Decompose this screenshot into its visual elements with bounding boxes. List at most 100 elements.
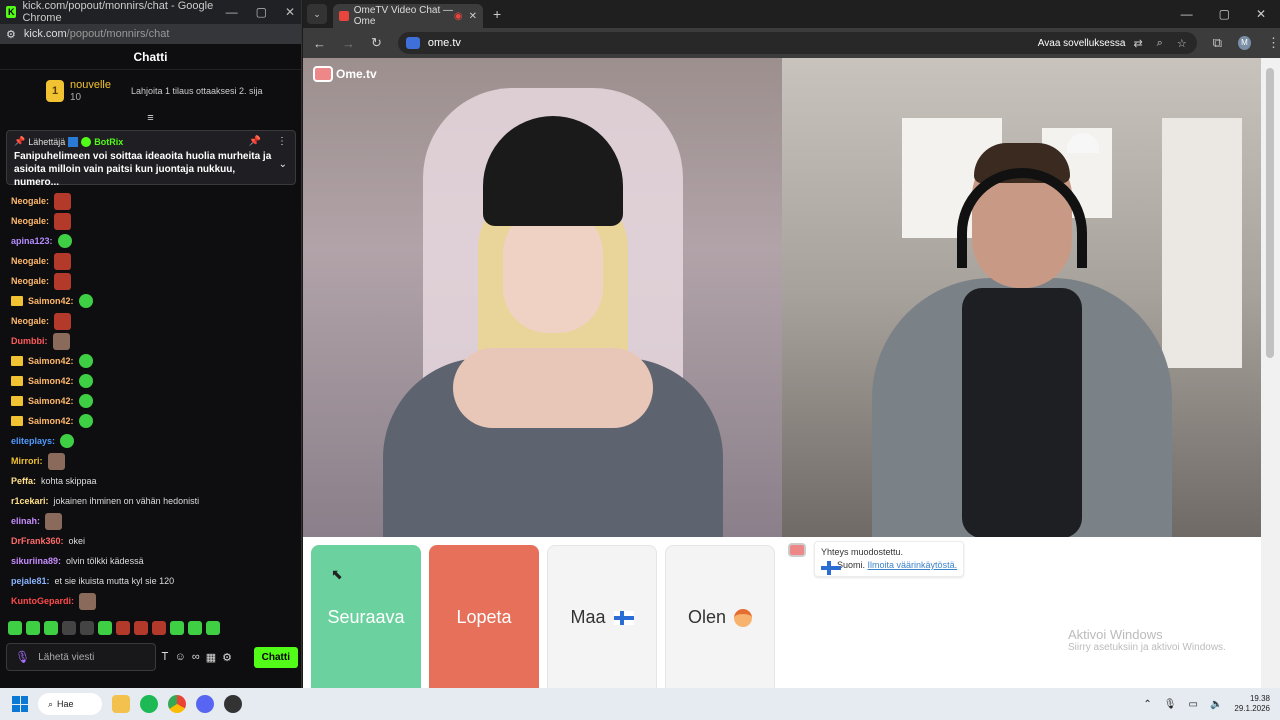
minimize-icon[interactable]: — [226,5,238,19]
emote-icon[interactable] [170,621,184,635]
minimize-icon[interactable]: — [1181,7,1193,21]
country-button[interactable]: Maa [547,545,657,690]
left-url-bar[interactable]: ⚙ kick.com/popout/monnirs/chat [0,24,301,44]
obs-icon[interactable] [224,695,242,713]
close-icon[interactable]: ✕ [1256,7,1266,21]
send-chat-button[interactable]: Chatti [253,646,298,668]
filter-icon[interactable]: ≡ [0,112,301,126]
stop-button[interactable]: Lopeta [429,545,539,690]
kick-favicon-icon: K [6,6,17,18]
reload-icon[interactable]: ↻ [371,35,382,51]
spotify-icon[interactable] [140,695,158,713]
emote-icon[interactable] [26,621,40,635]
file-explorer-icon[interactable] [112,695,130,713]
extensions-icon[interactable]: ⧉ [1213,35,1222,51]
scrollbar-thumb[interactable] [1266,68,1274,358]
chat-username[interactable]: Saimon42: [28,356,74,366]
chat-username[interactable]: Saimon42: [28,416,74,426]
report-link[interactable]: Ilmoita väärinkäytöstä. [868,560,958,570]
chat-username[interactable]: Neogale: [11,316,49,326]
chat-username[interactable]: KuntoGepardi: [11,596,74,606]
close-icon[interactable]: ✕ [285,5,295,19]
chat-username[interactable]: elinah: [11,516,40,526]
chat-username[interactable]: Mirrori: [11,456,43,466]
chat-username[interactable]: Neogale: [11,276,49,286]
more-options-icon[interactable]: ⋮ [277,136,287,147]
back-icon[interactable]: ← [313,36,326,51]
emote-icon[interactable] [8,621,22,635]
leader-name[interactable]: nouvelle [70,79,111,92]
chat-username[interactable]: DrFrank360: [11,536,64,546]
emote-icon[interactable] [152,621,166,635]
store-icon[interactable]: ▦ [206,651,216,664]
volume-icon[interactable]: 🔈 [1210,699,1222,710]
microphone-icon[interactable]: 🎙 [1164,699,1177,710]
chat-username[interactable]: Peffa: [11,476,36,486]
chat-message: Neogale: [0,251,300,271]
network-icon[interactable]: ▭ [1189,699,1198,710]
emote-icon[interactable] [134,621,148,635]
maximize-icon[interactable]: ▢ [1219,7,1230,21]
emote-icon[interactable] [44,621,58,635]
chevron-up-icon[interactable]: ⌃ [1143,699,1151,710]
page-scrollbar[interactable] [1261,58,1280,688]
next-button[interactable]: Seuraava [311,545,421,690]
chat-input[interactable]: 🎙 Lähetä viesti [6,643,156,671]
forward-icon[interactable]: → [342,36,355,51]
chat-message: Saimon42: [0,291,300,311]
settings-icon[interactable]: ⚙ [222,651,232,664]
pinned-sender[interactable]: BotRix [94,137,123,147]
tab-ometv[interactable]: OmeTV Video Chat — Ome ◉ ✕ [333,4,483,28]
new-tab-icon[interactable]: + [493,6,501,22]
gift-sub-text[interactable]: Lahjoita 1 tilaus ottaaksesi 2. sija [131,86,263,96]
emote-icon[interactable] [80,621,94,635]
chevron-down-icon[interactable]: ⌄ [279,159,287,170]
emote-icon[interactable] [62,621,76,635]
chat-username[interactable]: Dumbbi: [11,336,48,346]
clock[interactable]: 19.38 29.1.2026 [1234,694,1270,714]
translate-icon[interactable]: ⇄ [1133,37,1142,50]
chat-username[interactable]: apina123: [11,236,53,246]
pinned-message[interactable]: 📌 Lähettäjä BotRix Fanipuhelimeen voi so… [6,130,296,188]
address-bar[interactable]: ome.tv Avaa sovelluksessa ⇄ ⌕ ☆ [397,32,1197,54]
chat-username[interactable]: sikuriina89: [11,556,61,566]
finland-flag-icon [613,610,634,625]
chat-username[interactable]: Saimon42: [28,296,74,306]
emote-icon[interactable] [206,621,220,635]
emote-icon[interactable] [98,621,112,635]
control-buttons: Seuraava Lopeta Maa Olen [311,545,775,690]
taskbar-search[interactable]: ⌕ Hae [38,693,102,715]
bookmark-star-icon[interactable]: ☆ [1177,37,1187,50]
chrome-icon[interactable] [168,695,186,713]
emoji-icon[interactable]: ☺ [175,651,186,663]
chat-username[interactable]: Saimon42: [28,376,74,386]
microphone-icon[interactable]: 🎙 [15,650,30,664]
tab-close-icon[interactable]: ✕ [469,11,477,22]
points-icon[interactable]: ∞ [192,651,200,663]
profile-avatar[interactable]: M [1238,36,1251,50]
open-in-app-button[interactable]: Avaa sovelluksessa [1038,38,1126,49]
gender-button[interactable]: Olen [665,545,775,690]
site-settings-icon[interactable]: ⚙ [6,28,16,41]
maximize-icon[interactable]: ▢ [256,5,267,19]
emote-icon[interactable] [188,621,202,635]
discord-icon[interactable] [196,695,214,713]
zoom-icon[interactable]: ⌕ [1157,37,1163,50]
chat-username[interactable]: Saimon42: [28,396,74,406]
chat-username[interactable]: Neogale: [11,216,49,226]
chat-username[interactable]: Neogale: [11,256,49,266]
menu-icon[interactable]: ⋮ [1267,35,1280,51]
chat-message: Saimon42: [0,371,300,391]
windows-start-icon[interactable] [12,696,28,712]
site-info-icon[interactable] [405,37,420,49]
chat-message: Neogale: [0,191,300,211]
chat-username[interactable]: r1cekari: [11,496,49,506]
pinned-text: Fanipuhelimeen voi soittaa ideaoita huol… [14,151,272,188]
chat-username[interactable]: eliteplays: [11,436,55,446]
emote-icon[interactable] [116,621,130,635]
translate-icon[interactable]: Ꭲ [162,651,169,664]
chat-username[interactable]: pejale81: [11,576,50,586]
tab-search-icon[interactable]: ⌄ [307,4,327,24]
chat-username[interactable]: Neogale: [11,196,49,206]
unpin-icon[interactable]: 📌 [249,136,261,147]
